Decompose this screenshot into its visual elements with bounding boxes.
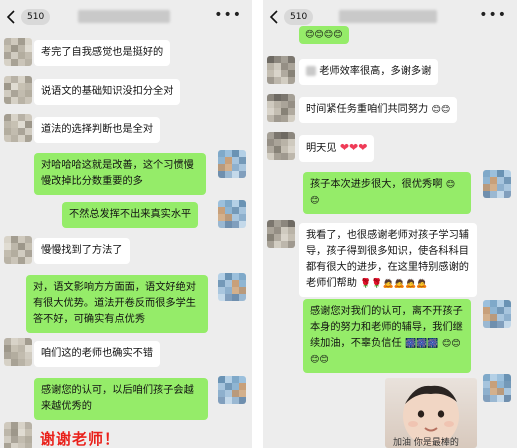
chat-screen-right: 510 ••• 😊😊😊😊 老师效率很高，多谢多谢 时间紧任务重咱们共同努力 😊😊: [263, 0, 517, 448]
message-text: 对，语文影响方方面面，语文好绝对有很大优势。道法开卷反而很多学生答不好，可确实有…: [33, 282, 196, 325]
redacted-name: [306, 66, 316, 76]
message-bubble[interactable]: 咱们这的老师也确实不错: [34, 341, 161, 367]
more-dots-icon[interactable]: •••: [479, 8, 507, 22]
message-bubble[interactable]: 考完了自我感觉也是挺好的: [34, 40, 171, 66]
avatar[interactable]: [4, 114, 32, 142]
back-button[interactable]: 510: [6, 9, 51, 25]
baby-sticker-image[interactable]: 加油 你是最棒的: [385, 378, 477, 448]
avatar[interactable]: [483, 374, 511, 402]
message-bubble[interactable]: 对，语文影响方方面面，语文好绝对有很大优势。道法开卷反而很多学生答不好，可确实有…: [26, 275, 208, 333]
avatar[interactable]: [4, 76, 32, 104]
message-bubble[interactable]: 说语文的基础知识没扣分全对: [34, 79, 181, 105]
avatar[interactable]: [267, 94, 295, 122]
message-text: 老师效率很高，多谢多谢: [319, 66, 432, 77]
back-button[interactable]: 510: [269, 9, 314, 25]
smile-emoji-icon: 😊😊😊😊: [305, 30, 343, 40]
message-text: 时间紧任务重咱们共同努力: [306, 104, 429, 115]
message-text: 咱们这的老师也确实不错: [41, 348, 154, 359]
avatar[interactable]: [218, 150, 246, 178]
thank-you-sticker[interactable]: 谢谢老师！: [40, 428, 120, 448]
message-text: 对哈哈哈这就是改善，这个习惯慢慢改掉比分数重要的多: [41, 160, 194, 187]
message-bubble[interactable]: 感谢您的认可，以后咱们孩子会越来越优秀的: [34, 378, 208, 420]
message-bubble[interactable]: 😊😊😊😊: [299, 26, 349, 44]
avatar[interactable]: [267, 220, 295, 248]
message-bubble[interactable]: 对哈哈哈这就是改善，这个习惯慢慢改掉比分数重要的多: [34, 153, 206, 195]
message-bubble[interactable]: 孩子本次进步很大，很优秀啊 😊😊: [303, 172, 471, 214]
more-dots-icon[interactable]: •••: [214, 8, 242, 22]
chat-title-redacted: [78, 10, 170, 23]
sticker-caption: 加油 你是最棒的: [393, 438, 459, 448]
message-text: 不然总发挥不出来真实水平: [69, 209, 192, 220]
avatar[interactable]: [4, 236, 32, 264]
avatar[interactable]: [218, 273, 246, 301]
heart-emoji-icon: ❤❤❤: [339, 141, 368, 154]
rose-emoji-icon: 🌹🌹: [360, 279, 383, 289]
message-text: 慢慢找到了方法了: [41, 245, 123, 256]
avatar[interactable]: [218, 376, 246, 404]
avatar[interactable]: [483, 300, 511, 328]
message-text: 道法的选择判断也是全对: [41, 124, 154, 135]
avatar[interactable]: [4, 338, 32, 366]
message-bubble[interactable]: 感谢您对我们的认可，离不开孩子本身的努力和老师的辅导，我们继续加油，不辜负信任 …: [303, 299, 471, 373]
chevron-left-icon: [6, 10, 15, 24]
chevron-left-icon: [269, 10, 278, 24]
message-text: 说语文的基础知识没扣分全对: [41, 86, 174, 97]
unread-count-badge: 510: [21, 9, 51, 25]
chat-title-redacted: [339, 10, 437, 23]
avatar[interactable]: [267, 56, 295, 84]
message-text: 感谢您对我们的认可，离不开孩子本身的努力和老师的辅导，我们继续加油，不辜负信任: [310, 306, 463, 349]
message-text: 感谢您的认可，以后咱们孩子会越来越优秀的: [41, 385, 194, 412]
avatar[interactable]: [267, 132, 295, 160]
message-text: 孩子本次进步很大，很优秀啊: [310, 179, 443, 190]
message-text: 考完了自我感觉也是挺好的: [41, 47, 164, 58]
message-bubble[interactable]: 不然总发挥不出来真实水平: [62, 202, 199, 228]
unread-count-badge: 510: [284, 9, 314, 25]
message-bubble[interactable]: 明天见 ❤❤❤: [299, 135, 375, 162]
message-bubble[interactable]: 老师效率很高，多谢多谢: [299, 59, 439, 85]
message-bubble[interactable]: 慢慢找到了方法了: [34, 238, 130, 264]
avatar[interactable]: [218, 200, 246, 228]
avatar[interactable]: [4, 38, 32, 66]
chat-screen-left: 510 ••• 考完了自我感觉也是挺好的 说语文的基础知识没扣分全对 道法的选择…: [0, 0, 252, 448]
chat-header: 510 •••: [0, 0, 252, 32]
message-text: 明天见: [306, 143, 337, 154]
bow-emoji-icon: 🙇🙇🙇🙇: [382, 279, 428, 289]
avatar[interactable]: [483, 170, 511, 198]
message-bubble[interactable]: 我看了，也很感谢老师对孩子学习辅导，孩子得到很多知识，使各科科目都有很大的进步，…: [299, 223, 477, 297]
message-bubble[interactable]: 时间紧任务重咱们共同努力 😊😊: [299, 97, 458, 123]
firework-emoji-icon: 🎆🎆🎆: [404, 339, 439, 349]
avatar[interactable]: [4, 422, 32, 448]
message-bubble[interactable]: 道法的选择判断也是全对: [34, 117, 161, 143]
smile-emoji-icon: 😊😊: [431, 105, 451, 115]
